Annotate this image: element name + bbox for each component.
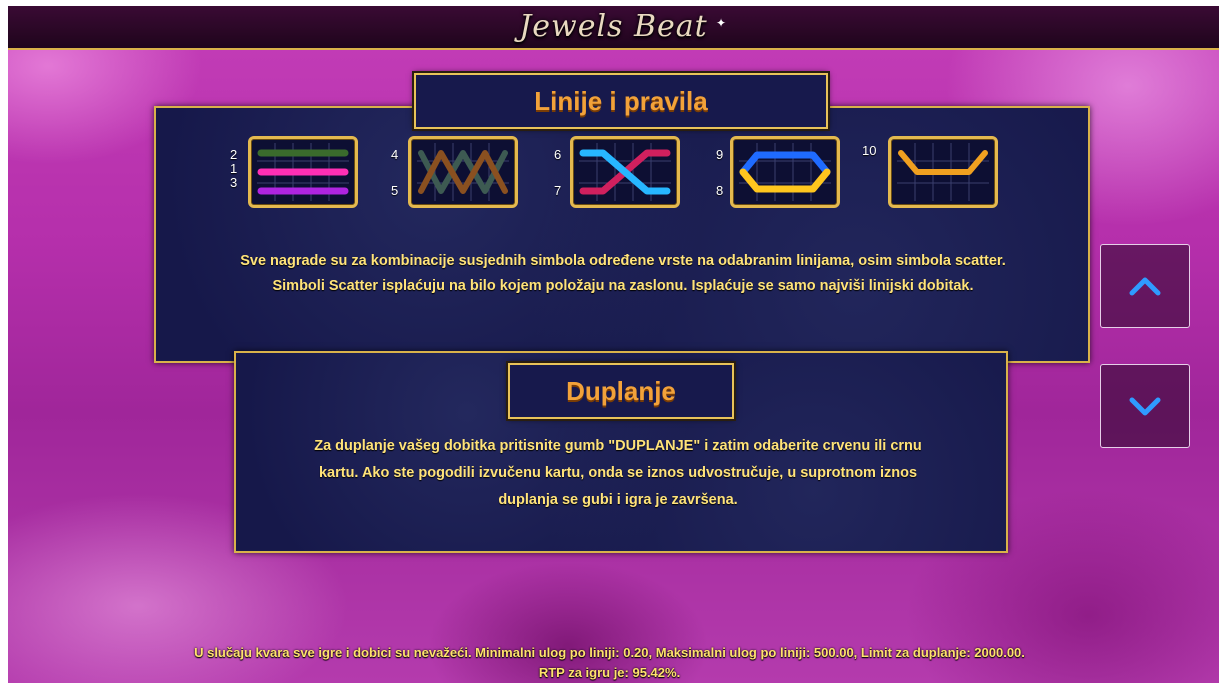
payline-9 [739, 151, 831, 176]
payline-card-3 [570, 136, 680, 208]
double-description: Za duplanje vašeg dobitka pritisnite gum… [246, 433, 990, 514]
line-number: 2 [230, 147, 238, 162]
line-number: 6 [554, 147, 562, 162]
sparkle-icon: ✦ [716, 16, 727, 30]
game-title: Jewels Beat [519, 9, 708, 44]
double-text-line: Za duplanje vašeg dobitka pritisnite gum… [314, 438, 922, 454]
payline-diagram [579, 143, 671, 201]
chevron-down-icon [1129, 397, 1161, 416]
payline-card-4 [730, 136, 840, 208]
payline-diagram [897, 143, 989, 201]
lines-heading: Linije i pravila [414, 73, 828, 129]
payline-card-2 [408, 136, 518, 208]
payline-6 [579, 149, 671, 195]
line-number: 5 [391, 183, 399, 198]
payline-diagram [739, 143, 831, 201]
payline-diagram [257, 143, 349, 201]
scroll-up-button[interactable] [1100, 244, 1190, 328]
line-number: 9 [716, 147, 724, 162]
line-number: 8 [716, 183, 724, 198]
payline-card-1 [248, 136, 358, 208]
double-heading: Duplanje [508, 363, 734, 419]
rules-text-line: Sve nagrade su za kombinacije susjednih … [240, 253, 1006, 269]
chevron-up-icon [1129, 277, 1161, 296]
payline-card-5 [888, 136, 998, 208]
double-text-line: kartu. Ako ste pogodili izvučenu kartu, … [318, 465, 918, 481]
line-number: 7 [554, 183, 562, 198]
payline-10 [898, 150, 988, 175]
double-text-line: duplanja se gubi i igra je završena. [498, 492, 738, 508]
title-bar: Jewels Beat ✦ [8, 6, 1219, 50]
footer-disclaimer: U slučaju kvara sve igre i dobici su nev… [194, 645, 1025, 660]
rules-text-line: Simboli Scatter isplaćuju na bilo kojem … [272, 278, 974, 294]
line-number: 3 [230, 175, 238, 190]
payline-diagram [417, 143, 509, 201]
scroll-down-button[interactable] [1100, 364, 1190, 448]
payline-8 [739, 168, 831, 193]
game-screen: Jewels Beat ✦ Linije i pravila 2 1 3 4 5 [8, 6, 1219, 683]
line-number: 4 [391, 147, 399, 162]
footer-rtp: RTP za igru je: 95.42%. [538, 665, 681, 680]
line-number: 10 [862, 143, 877, 158]
line-number: 1 [230, 161, 238, 176]
rules-description: Sve nagrade su za kombinacije susjednih … [162, 249, 1084, 299]
